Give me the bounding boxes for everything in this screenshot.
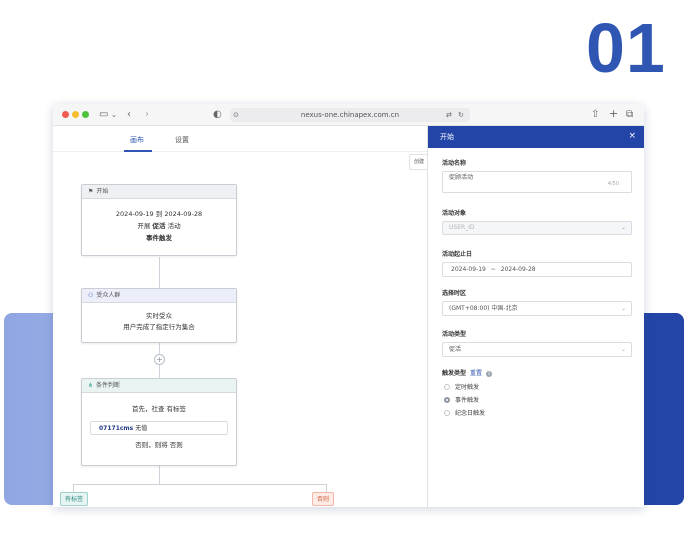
browser-titlebar: ▭ ⌄ ‹ › ◐ ⊙ nexus-one.chinapex.com.cn ⇄ … — [53, 104, 644, 126]
period-start: 2024-09-19 — [451, 266, 486, 273]
panel-title: 开始 — [440, 133, 454, 141]
flow-canvas: 画布 设置 创建 ⚑ 开始 2024-09-19 到 2024-09-28 开展 … — [53, 126, 429, 507]
target-label: 活动对象 — [442, 210, 467, 217]
trigger-label: 触发类型 重置 i — [442, 370, 493, 378]
char-counter: 4/50 — [607, 181, 619, 187]
timezone-label: 选择时区 — [442, 290, 467, 297]
type-select[interactable]: 促活 ⌄ — [442, 342, 632, 357]
section-number: 01 — [586, 9, 666, 87]
maximize-window-icon[interactable] — [82, 111, 89, 118]
period-field[interactable]: 2024-09-19 ~ 2024-09-28 — [442, 262, 632, 277]
chevron-down-icon: ⌄ — [620, 224, 626, 231]
activity-name-label: 活动名称 — [442, 160, 467, 167]
chevron-down-icon[interactable]: ⌄ — [111, 108, 117, 122]
timezone-value: (GMT+08:00) 中国-北京 — [449, 305, 518, 312]
share-icon[interactable]: ⇧ — [591, 108, 599, 122]
people-icon: ⚇ — [88, 292, 94, 299]
branch-line — [326, 484, 327, 492]
info-icon[interactable]: i — [486, 371, 493, 377]
settings-panel: 开始 × 活动名称 促顾活动 4/50 活动对象 USER_ID ⌄ 活动起止日… — [427, 126, 644, 507]
branch-line — [73, 484, 74, 492]
trigger-option-event[interactable]: 事件触发 — [444, 396, 479, 405]
period-label: 活动起止日 — [442, 251, 473, 258]
connector-line — [159, 257, 160, 289]
active-tab-indicator — [124, 150, 152, 152]
plus-icon[interactable]: + — [609, 107, 618, 121]
reset-link[interactable]: 重置 — [470, 370, 482, 377]
close-window-icon[interactable] — [62, 111, 69, 118]
reload-icon[interactable]: ↻ — [458, 108, 464, 122]
audience-node-title: 受众人群 — [96, 292, 121, 299]
translate-icon[interactable]: ⇄ — [446, 108, 452, 122]
audience-node[interactable]: ⚇ 受众人群 实时受众 用户完成了指定行为集合 — [81, 288, 237, 343]
minimize-window-icon[interactable] — [72, 111, 79, 118]
condition-node-header: ⋔ 条件判断 — [82, 379, 236, 393]
start-node-title: 开始 — [96, 188, 109, 195]
period-end: 2024-09-28 — [500, 266, 536, 273]
condition-node-line1: 首先，社查 有标签 — [131, 405, 187, 413]
timezone-select[interactable]: (GMT+08:00) 中国-北京 ⌄ — [442, 301, 632, 316]
browser-window: ▭ ⌄ ‹ › ◐ ⊙ nexus-one.chinapex.com.cn ⇄ … — [53, 104, 644, 507]
type-label: 活动类型 — [442, 331, 467, 338]
period-separator: ~ — [490, 266, 496, 273]
sidebar-icon[interactable]: ▭ — [99, 108, 108, 122]
activity-name-field[interactable]: 促顾活动 4/50 — [442, 171, 632, 193]
tab-canvas[interactable]: 画布 — [130, 135, 144, 145]
close-icon[interactable]: × — [628, 131, 636, 142]
branch-icon: ⋔ — [88, 382, 94, 389]
condition-value-box: 07171cms 无值 — [90, 421, 228, 435]
trigger-option-anniversary[interactable]: 纪念日触发 — [444, 409, 485, 418]
connector-line — [159, 466, 160, 485]
condition-node-line3: 否则，则将 否则 — [135, 441, 183, 449]
trigger-option-scheduled[interactable]: 定时触发 — [444, 383, 479, 392]
canvas-tabs: 画布 设置 — [53, 126, 427, 152]
branch-tag-right[interactable]: 否则 — [312, 492, 335, 506]
radio-icon — [444, 410, 450, 416]
shield-icon[interactable]: ◐ — [213, 108, 222, 122]
create-button[interactable]: 创建 — [409, 154, 429, 170]
start-node-header: ⚑ 开始 — [82, 185, 236, 199]
start-node[interactable]: ⚑ 开始 2024-09-19 到 2024-09-28 开展 促活 活动 事件触… — [81, 184, 237, 256]
chevron-left-icon[interactable]: ‹ — [127, 108, 131, 122]
condition-node[interactable]: ⋔ 条件判断 首先，社查 有标签 07171cms 无值 否则，则将 否则 — [81, 378, 237, 466]
condition-node-title: 条件判断 — [96, 382, 121, 389]
panel-header: 开始 × — [428, 126, 644, 148]
activity-name-value: 促顾活动 — [449, 174, 474, 181]
address-bar[interactable]: ⊙ nexus-one.chinapex.com.cn ⇄ ↻ — [230, 108, 470, 122]
chevron-down-icon: ⌄ — [620, 305, 626, 312]
url-text: nexus-one.chinapex.com.cn — [300, 111, 400, 119]
audience-node-header: ⚇ 受众人群 — [82, 289, 236, 303]
radio-icon — [444, 384, 450, 390]
tab-settings[interactable]: 设置 — [175, 135, 189, 145]
flag-icon: ⚑ — [88, 188, 94, 195]
radio-selected-icon — [444, 397, 450, 403]
audience-node-line2: 用户完成了指定行为集合 — [123, 323, 195, 331]
add-node-button[interactable]: + — [154, 354, 165, 365]
chevron-down-icon: ⌄ — [620, 346, 626, 353]
branch-line — [73, 484, 327, 485]
tabs-icon[interactable]: ⧉ — [626, 108, 633, 122]
branch-tag-left[interactable]: 有标签 — [60, 492, 89, 506]
chevron-right-icon[interactable]: › — [145, 108, 149, 122]
target-value: USER_ID — [449, 224, 475, 231]
audience-node-line1: 实时受众 — [146, 312, 172, 320]
target-select[interactable]: USER_ID ⌄ — [442, 221, 632, 235]
start-node-trigger: 事件触发 — [146, 234, 172, 242]
start-node-date: 2024-09-19 到 2024-09-28 — [115, 210, 203, 218]
start-node-activity: 开展 促活 活动 — [137, 222, 181, 230]
type-value: 促活 — [449, 346, 462, 353]
